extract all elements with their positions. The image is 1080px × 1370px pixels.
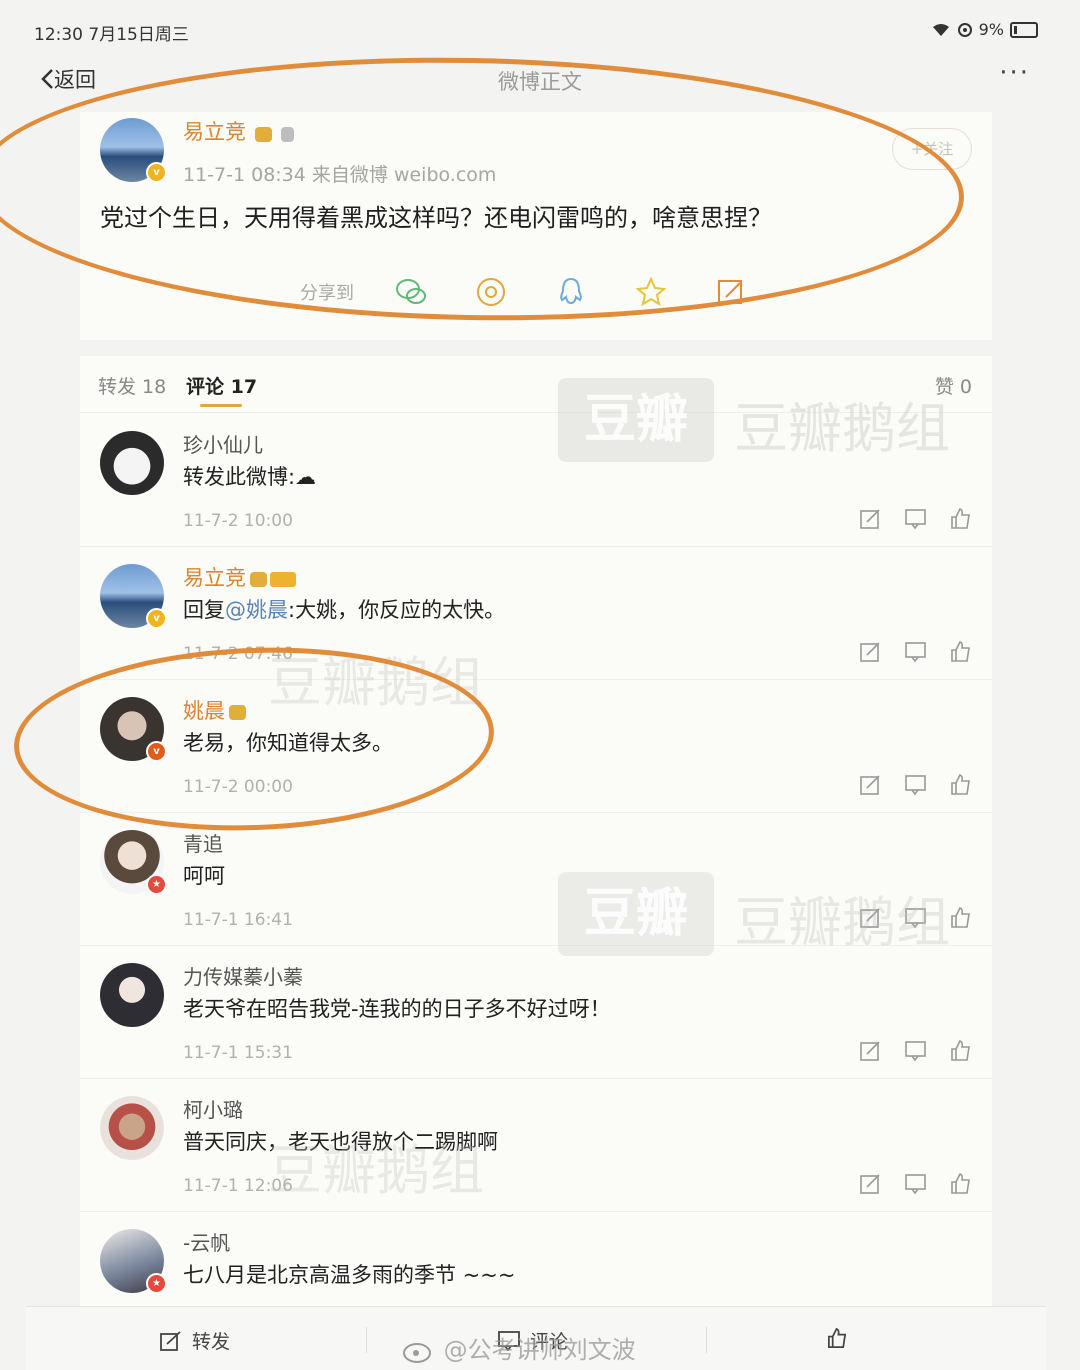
comment-icon[interactable] bbox=[904, 1172, 927, 1195]
watermark-logo: 豆瓣 bbox=[558, 872, 714, 956]
tab-active-indicator bbox=[200, 404, 242, 407]
status-time: 12:30 7月15日周三 bbox=[34, 25, 189, 45]
verified-badge-icon: v bbox=[146, 741, 167, 762]
comment-text: 老易，你知道得太多。 bbox=[183, 731, 393, 755]
author-row: 易立竞 bbox=[183, 116, 295, 146]
like-icon[interactable] bbox=[949, 1172, 972, 1195]
watermark-text: 豆瓣鹅组 bbox=[734, 397, 950, 460]
like-icon[interactable] bbox=[949, 773, 972, 796]
comment-text: 七八月是北京高温多雨的季节 ~~~ bbox=[183, 1263, 516, 1287]
like-icon[interactable] bbox=[949, 906, 972, 929]
repost-icon[interactable] bbox=[859, 640, 882, 663]
comment-icon[interactable] bbox=[904, 507, 927, 530]
page-title: 微博正文 bbox=[498, 70, 582, 94]
edit-icon[interactable] bbox=[714, 275, 748, 309]
commenter-name[interactable]: 易立竞 bbox=[183, 566, 246, 590]
crown-icon bbox=[229, 705, 246, 720]
commenter-name[interactable]: 青追 bbox=[183, 828, 223, 857]
commenter-name[interactable]: 力传媒蓁小蓁 bbox=[183, 961, 303, 990]
weibo-logo-icon bbox=[403, 1343, 431, 1363]
commenter-avatar[interactable] bbox=[100, 963, 164, 1027]
tab-repost[interactable]: 转发 18 bbox=[98, 372, 166, 399]
battery-percent: 9% bbox=[978, 20, 1004, 39]
comment-time: 11-7-1 16:41 bbox=[183, 910, 293, 930]
post-text: 党过个生日，天用得着黑成这样吗？还电闪雷鸣的，啥意思捏？ bbox=[100, 204, 772, 232]
commenter-name[interactable]: 柯小璐 bbox=[183, 1094, 243, 1123]
author-name[interactable]: 易立竞 bbox=[183, 120, 246, 144]
repost-icon[interactable] bbox=[859, 773, 882, 796]
post-meta: 11-7-1 08:34 来自微博 weibo.com bbox=[183, 164, 497, 186]
follow-button[interactable]: +关注 bbox=[892, 128, 972, 170]
watermark-text: 豆瓣鹅组 bbox=[268, 651, 484, 714]
battery-icon bbox=[1010, 21, 1038, 38]
comment-icon[interactable] bbox=[904, 640, 927, 663]
comment-item: 力传媒蓁小蓁 老天爷在昭告我党-连我的的日子多不好过呀！ 11-7-1 15:3… bbox=[80, 945, 992, 1079]
member-star-icon: ★ bbox=[146, 874, 167, 895]
commenter-name[interactable]: -云帆 bbox=[183, 1227, 230, 1256]
nav-bar: 返回 微博正文 ··· bbox=[0, 56, 1080, 106]
watermark-logo: 豆瓣 bbox=[558, 378, 714, 462]
status-bar: 12:30 7月15日周三 9% bbox=[0, 0, 1080, 56]
member-star-icon: ★ bbox=[146, 1273, 167, 1294]
watermark-text: 豆瓣鹅组 bbox=[268, 1139, 484, 1202]
orientation-lock-icon bbox=[957, 22, 972, 37]
comment-item: v 姚晨 老易，你知道得太多。 11-7-2 00:00 bbox=[80, 679, 992, 813]
commenter-name-row: 易立竞 bbox=[183, 562, 296, 592]
status-right: 9% bbox=[931, 20, 1038, 39]
like-icon[interactable] bbox=[949, 1039, 972, 1062]
level-badge-icon bbox=[270, 572, 296, 587]
comment-text: 转发此微博:☁ bbox=[183, 465, 317, 489]
repost-icon bbox=[160, 1331, 181, 1351]
comment-icon[interactable] bbox=[904, 773, 927, 796]
like-icon[interactable] bbox=[949, 640, 972, 663]
comment-actions bbox=[859, 640, 972, 663]
comment-time: 11-7-1 15:31 bbox=[183, 1043, 293, 1063]
comment-text: 老天爷在昭告我党-连我的的日子多不好过呀！ bbox=[183, 997, 611, 1021]
moments-icon[interactable] bbox=[474, 275, 508, 309]
comment-actions bbox=[859, 773, 972, 796]
comment-actions bbox=[859, 507, 972, 530]
commenter-avatar[interactable] bbox=[100, 431, 164, 495]
comment-time: 11-7-2 00:00 bbox=[183, 777, 293, 797]
share-row: 分享到 bbox=[300, 272, 794, 312]
repost-icon[interactable] bbox=[859, 1039, 882, 1062]
verified-badge-icon: v bbox=[146, 162, 167, 183]
repost-button[interactable]: 转发 bbox=[160, 1327, 230, 1354]
comment-item: 柯小璐 普天同庆，老天也得放个二踢脚啊 11-7-1 12:06 bbox=[80, 1078, 992, 1212]
share-label: 分享到 bbox=[300, 283, 354, 304]
crown-icon bbox=[255, 127, 273, 142]
like-icon[interactable] bbox=[949, 507, 972, 530]
crown-icon bbox=[250, 572, 267, 587]
mention-link[interactable]: @姚晨 bbox=[225, 598, 288, 622]
watermark-credit: @公考讲师刘文波 bbox=[402, 1330, 636, 1365]
post-card: v 易立竞 11-7-1 08:34 来自微博 weibo.com +关注 党过… bbox=[80, 112, 992, 340]
repost-icon[interactable] bbox=[859, 507, 882, 530]
comment-time: 11-7-2 10:00 bbox=[183, 511, 293, 531]
comment-text: 回复@姚晨:大姚，你反应的太快。 bbox=[183, 598, 506, 622]
like-button[interactable] bbox=[826, 1327, 848, 1351]
qq-icon[interactable] bbox=[554, 275, 588, 309]
wifi-icon bbox=[932, 23, 949, 36]
repost-icon[interactable] bbox=[859, 1172, 882, 1195]
divider bbox=[366, 1327, 367, 1353]
divider bbox=[706, 1327, 707, 1353]
commenter-name[interactable]: 姚晨 bbox=[183, 699, 225, 723]
watermark-text: 豆瓣鹅组 bbox=[734, 891, 950, 954]
tab-comments[interactable]: 评论 17 bbox=[186, 372, 257, 399]
commenter-avatar[interactable] bbox=[100, 1096, 164, 1160]
commenter-name[interactable]: 珍小仙儿 bbox=[183, 429, 263, 458]
comments-card: 转发 18 评论 17 赞 0 珍小仙儿 转发此微博:☁ 11-7-2 10:0… bbox=[80, 356, 992, 1306]
more-button[interactable]: ··· bbox=[999, 58, 1030, 88]
comment-item: v 易立竞 回复@姚晨:大姚，你反应的太快。 11-7-2 07:46 bbox=[80, 546, 992, 680]
comment-text: 呵呵 bbox=[183, 864, 225, 888]
comment-actions bbox=[859, 1172, 972, 1195]
commenter-name-row: 姚晨 bbox=[183, 695, 246, 725]
member-icon bbox=[281, 127, 295, 142]
comment-icon[interactable] bbox=[904, 1039, 927, 1062]
favorite-star-icon[interactable] bbox=[634, 275, 668, 309]
wechat-icon[interactable] bbox=[394, 275, 428, 309]
comment-actions bbox=[859, 1039, 972, 1062]
verified-badge-icon: v bbox=[146, 608, 167, 629]
like-icon bbox=[828, 1327, 847, 1348]
